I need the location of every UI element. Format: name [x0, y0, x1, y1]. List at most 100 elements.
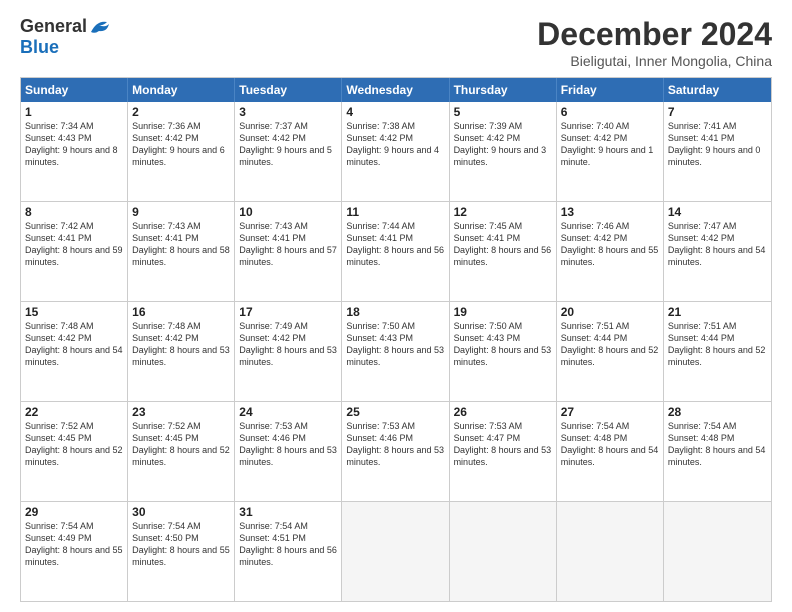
calendar-day-14: 14 Sunrise: 7:47 AMSunset: 4:42 PMDaylig… — [664, 202, 771, 301]
calendar-day-2: 2 Sunrise: 7:36 AMSunset: 4:42 PMDayligh… — [128, 102, 235, 201]
day-info: Sunrise: 7:53 AMSunset: 4:46 PMDaylight:… — [346, 420, 444, 469]
month-title: December 2024 — [537, 16, 772, 53]
day-number: 10 — [239, 205, 337, 219]
calendar-day-23: 23 Sunrise: 7:52 AMSunset: 4:45 PMDaylig… — [128, 402, 235, 501]
calendar-day-5: 5 Sunrise: 7:39 AMSunset: 4:42 PMDayligh… — [450, 102, 557, 201]
day-number: 23 — [132, 405, 230, 419]
calendar-day-8: 8 Sunrise: 7:42 AMSunset: 4:41 PMDayligh… — [21, 202, 128, 301]
calendar-day-29: 29 Sunrise: 7:54 AMSunset: 4:49 PMDaylig… — [21, 502, 128, 601]
header-day-thursday: Thursday — [450, 78, 557, 102]
day-info: Sunrise: 7:52 AMSunset: 4:45 PMDaylight:… — [25, 420, 123, 469]
day-info: Sunrise: 7:40 AMSunset: 4:42 PMDaylight:… — [561, 120, 659, 169]
day-info: Sunrise: 7:49 AMSunset: 4:42 PMDaylight:… — [239, 320, 337, 369]
header-day-sunday: Sunday — [21, 78, 128, 102]
calendar-empty-cell — [557, 502, 664, 601]
calendar-day-27: 27 Sunrise: 7:54 AMSunset: 4:48 PMDaylig… — [557, 402, 664, 501]
calendar-day-15: 15 Sunrise: 7:48 AMSunset: 4:42 PMDaylig… — [21, 302, 128, 401]
day-number: 24 — [239, 405, 337, 419]
day-number: 11 — [346, 205, 444, 219]
calendar-day-19: 19 Sunrise: 7:50 AMSunset: 4:43 PMDaylig… — [450, 302, 557, 401]
day-number: 21 — [668, 305, 767, 319]
calendar-day-16: 16 Sunrise: 7:48 AMSunset: 4:42 PMDaylig… — [128, 302, 235, 401]
day-number: 2 — [132, 105, 230, 119]
calendar-day-24: 24 Sunrise: 7:53 AMSunset: 4:46 PMDaylig… — [235, 402, 342, 501]
calendar-day-26: 26 Sunrise: 7:53 AMSunset: 4:47 PMDaylig… — [450, 402, 557, 501]
calendar-empty-cell — [342, 502, 449, 601]
day-info: Sunrise: 7:43 AMSunset: 4:41 PMDaylight:… — [132, 220, 230, 269]
day-number: 4 — [346, 105, 444, 119]
calendar-day-22: 22 Sunrise: 7:52 AMSunset: 4:45 PMDaylig… — [21, 402, 128, 501]
calendar-day-1: 1 Sunrise: 7:34 AMSunset: 4:43 PMDayligh… — [21, 102, 128, 201]
calendar-week-4: 22 Sunrise: 7:52 AMSunset: 4:45 PMDaylig… — [21, 402, 771, 502]
day-info: Sunrise: 7:51 AMSunset: 4:44 PMDaylight:… — [561, 320, 659, 369]
day-info: Sunrise: 7:54 AMSunset: 4:49 PMDaylight:… — [25, 520, 123, 569]
day-info: Sunrise: 7:53 AMSunset: 4:46 PMDaylight:… — [239, 420, 337, 469]
day-info: Sunrise: 7:44 AMSunset: 4:41 PMDaylight:… — [346, 220, 444, 269]
day-number: 1 — [25, 105, 123, 119]
day-info: Sunrise: 7:50 AMSunset: 4:43 PMDaylight:… — [454, 320, 552, 369]
day-number: 28 — [668, 405, 767, 419]
day-number: 16 — [132, 305, 230, 319]
header-day-friday: Friday — [557, 78, 664, 102]
calendar-day-25: 25 Sunrise: 7:53 AMSunset: 4:46 PMDaylig… — [342, 402, 449, 501]
day-info: Sunrise: 7:54 AMSunset: 4:48 PMDaylight:… — [668, 420, 767, 469]
day-info: Sunrise: 7:54 AMSunset: 4:51 PMDaylight:… — [239, 520, 337, 569]
calendar-day-6: 6 Sunrise: 7:40 AMSunset: 4:42 PMDayligh… — [557, 102, 664, 201]
calendar-day-9: 9 Sunrise: 7:43 AMSunset: 4:41 PMDayligh… — [128, 202, 235, 301]
header-day-monday: Monday — [128, 78, 235, 102]
header-day-wednesday: Wednesday — [342, 78, 449, 102]
day-info: Sunrise: 7:52 AMSunset: 4:45 PMDaylight:… — [132, 420, 230, 469]
calendar-empty-cell — [450, 502, 557, 601]
calendar-empty-cell — [664, 502, 771, 601]
calendar-day-3: 3 Sunrise: 7:37 AMSunset: 4:42 PMDayligh… — [235, 102, 342, 201]
day-number: 20 — [561, 305, 659, 319]
header-day-saturday: Saturday — [664, 78, 771, 102]
day-number: 5 — [454, 105, 552, 119]
title-block: December 2024 Bieligutai, Inner Mongolia… — [537, 16, 772, 69]
day-number: 30 — [132, 505, 230, 519]
day-number: 12 — [454, 205, 552, 219]
calendar-week-1: 1 Sunrise: 7:34 AMSunset: 4:43 PMDayligh… — [21, 102, 771, 202]
day-info: Sunrise: 7:43 AMSunset: 4:41 PMDaylight:… — [239, 220, 337, 269]
day-number: 15 — [25, 305, 123, 319]
calendar-week-2: 8 Sunrise: 7:42 AMSunset: 4:41 PMDayligh… — [21, 202, 771, 302]
day-number: 27 — [561, 405, 659, 419]
day-number: 25 — [346, 405, 444, 419]
calendar-week-3: 15 Sunrise: 7:48 AMSunset: 4:42 PMDaylig… — [21, 302, 771, 402]
logo-bird-icon — [89, 18, 111, 36]
calendar-day-18: 18 Sunrise: 7:50 AMSunset: 4:43 PMDaylig… — [342, 302, 449, 401]
calendar-day-13: 13 Sunrise: 7:46 AMSunset: 4:42 PMDaylig… — [557, 202, 664, 301]
day-number: 13 — [561, 205, 659, 219]
calendar-header: SundayMondayTuesdayWednesdayThursdayFrid… — [21, 78, 771, 102]
day-number: 31 — [239, 505, 337, 519]
calendar-day-17: 17 Sunrise: 7:49 AMSunset: 4:42 PMDaylig… — [235, 302, 342, 401]
day-info: Sunrise: 7:48 AMSunset: 4:42 PMDaylight:… — [132, 320, 230, 369]
page: General Blue December 2024 Bieligutai, I… — [0, 0, 792, 612]
logo-general: General — [20, 16, 87, 37]
calendar-day-11: 11 Sunrise: 7:44 AMSunset: 4:41 PMDaylig… — [342, 202, 449, 301]
day-number: 9 — [132, 205, 230, 219]
day-info: Sunrise: 7:42 AMSunset: 4:41 PMDaylight:… — [25, 220, 123, 269]
day-number: 6 — [561, 105, 659, 119]
day-info: Sunrise: 7:50 AMSunset: 4:43 PMDaylight:… — [346, 320, 444, 369]
calendar-day-7: 7 Sunrise: 7:41 AMSunset: 4:41 PMDayligh… — [664, 102, 771, 201]
header: General Blue December 2024 Bieligutai, I… — [20, 16, 772, 69]
day-info: Sunrise: 7:34 AMSunset: 4:43 PMDaylight:… — [25, 120, 123, 169]
day-info: Sunrise: 7:48 AMSunset: 4:42 PMDaylight:… — [25, 320, 123, 369]
logo: General Blue — [20, 16, 111, 58]
calendar-day-30: 30 Sunrise: 7:54 AMSunset: 4:50 PMDaylig… — [128, 502, 235, 601]
day-number: 3 — [239, 105, 337, 119]
calendar-day-21: 21 Sunrise: 7:51 AMSunset: 4:44 PMDaylig… — [664, 302, 771, 401]
day-info: Sunrise: 7:38 AMSunset: 4:42 PMDaylight:… — [346, 120, 444, 169]
day-info: Sunrise: 7:54 AMSunset: 4:50 PMDaylight:… — [132, 520, 230, 569]
day-number: 17 — [239, 305, 337, 319]
day-number: 18 — [346, 305, 444, 319]
day-number: 7 — [668, 105, 767, 119]
day-number: 26 — [454, 405, 552, 419]
calendar: SundayMondayTuesdayWednesdayThursdayFrid… — [20, 77, 772, 602]
calendar-week-5: 29 Sunrise: 7:54 AMSunset: 4:49 PMDaylig… — [21, 502, 771, 601]
header-day-tuesday: Tuesday — [235, 78, 342, 102]
calendar-day-4: 4 Sunrise: 7:38 AMSunset: 4:42 PMDayligh… — [342, 102, 449, 201]
day-info: Sunrise: 7:54 AMSunset: 4:48 PMDaylight:… — [561, 420, 659, 469]
day-info: Sunrise: 7:46 AMSunset: 4:42 PMDaylight:… — [561, 220, 659, 269]
